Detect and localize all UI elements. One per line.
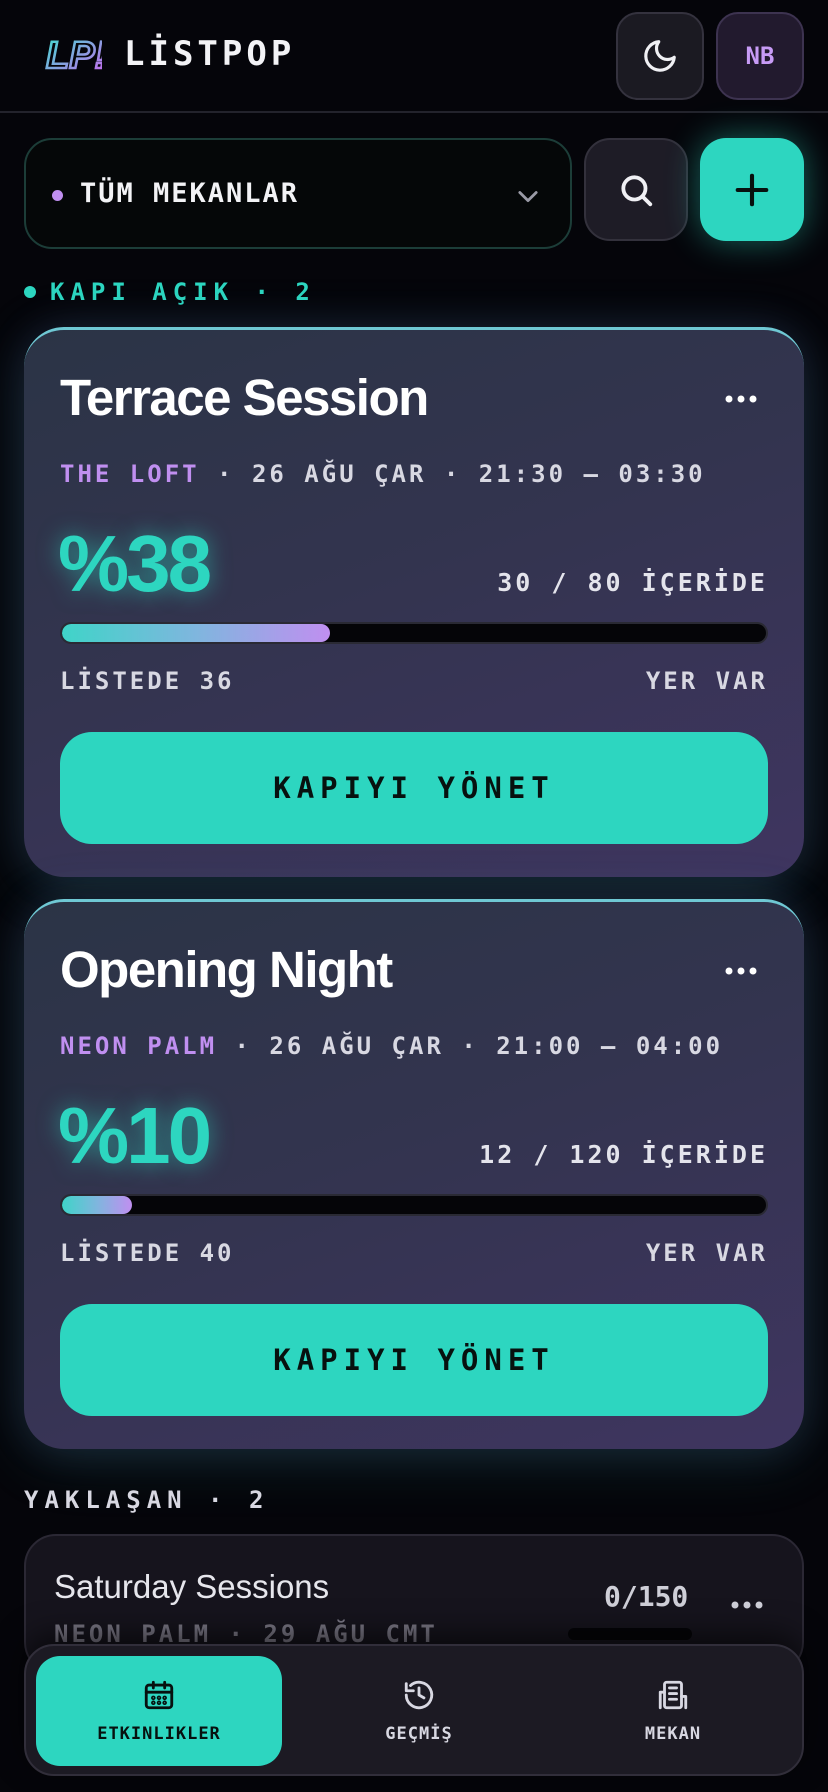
event-title: Terrace Session (60, 369, 429, 426)
nav-history[interactable]: GEÇMİŞ (296, 1656, 542, 1766)
brand-name: LİSTPOP (124, 34, 296, 74)
more-icon[interactable] (724, 394, 758, 404)
more-icon[interactable] (730, 1600, 764, 1610)
nav-events[interactable]: ETKINLIKLER (36, 1656, 282, 1766)
add-event-button[interactable] (700, 138, 804, 241)
section-open-label: KAPI AÇIK · 2 (50, 278, 316, 306)
event-datetime: · 26 AĞU ÇAR · 21:00 — 04:00 (217, 1032, 724, 1060)
svg-text:LP!: LP! (46, 35, 102, 76)
manage-door-button[interactable]: KAPIYI YÖNET (60, 1304, 768, 1416)
event-venue: THE LOFT (60, 460, 200, 488)
venue-dot (52, 190, 63, 201)
occupancy-bar-fill (62, 1196, 133, 1214)
bottom-nav: ETKINLIKLER GEÇMİŞ MEKAN (24, 1644, 804, 1776)
calendar-icon (144, 1680, 174, 1710)
venue-filter-label: TÜM MEKANLAR (80, 178, 300, 209)
occupancy-bar (60, 622, 768, 644)
event-meta: NEON PALM · 26 AĞU ÇAR · 21:00 — 04:00 (60, 1032, 723, 1060)
capacity-count: 12 / 120 İÇERİDE (479, 1140, 768, 1169)
search-icon (621, 174, 653, 206)
event-meta: THE LOFT · 26 AĞU ÇAR · 21:30 — 03:30 (60, 460, 706, 488)
upcoming-event-title: Saturday Sessions (54, 1568, 330, 1605)
guest-list-count: LİSTEDE 40 (60, 1239, 235, 1267)
avatar-button[interactable]: NB (716, 12, 804, 100)
event-card: Terrace Session THE LOFT · 26 AĞU ÇAR · … (24, 327, 804, 877)
nav-events-label: ETKINLIKLER (97, 1724, 221, 1744)
section-open-doors: KAPI AÇIK · 2 (24, 278, 316, 306)
avatar-initials: NB (745, 42, 775, 70)
logo-icon: LP! (44, 32, 109, 79)
live-dot (24, 286, 36, 298)
nav-history-label: GEÇMİŞ (385, 1724, 453, 1744)
venue-filter-select[interactable]: TÜM MEKANLAR (24, 138, 572, 249)
upcoming-occupancy-bar (568, 1628, 692, 1640)
occupancy-percent: %38 (58, 519, 212, 608)
more-icon[interactable] (724, 966, 758, 976)
occupancy-bar (60, 1194, 768, 1216)
occupancy-bar-fill (62, 624, 330, 642)
nav-venue-label: MEKAN (644, 1724, 702, 1744)
occupancy-percent: %10 (58, 1091, 212, 1180)
app-header: LP! LİSTPOP NB (0, 0, 828, 113)
event-datetime: · 26 AĞU ÇAR · 21:30 — 03:30 (199, 460, 706, 488)
history-icon (404, 1680, 434, 1710)
theme-toggle-button[interactable] (616, 12, 704, 100)
guest-list-count: LİSTEDE 36 (60, 667, 235, 695)
capacity-count: 30 / 80 İÇERİDE (497, 568, 768, 597)
capacity-status: YER VAR (645, 667, 768, 695)
nav-venue[interactable]: MEKAN (550, 1656, 796, 1766)
capacity-status: YER VAR (645, 1239, 768, 1267)
upcoming-capacity-count: 0/150 (604, 1580, 689, 1613)
section-upcoming-label: YAKLAŞAN · 2 (24, 1486, 270, 1514)
plus-icon (735, 173, 769, 206)
chevron-down-icon (518, 191, 538, 203)
event-title: Opening Night (60, 941, 393, 998)
search-button[interactable] (584, 138, 688, 241)
event-venue: NEON PALM (60, 1032, 218, 1060)
manage-door-button[interactable]: KAPIYI YÖNET (60, 732, 768, 844)
moon-icon (644, 40, 676, 72)
event-card: Opening Night NEON PALM · 26 AĞU ÇAR · 2… (24, 899, 804, 1449)
building-icon (658, 1680, 688, 1710)
